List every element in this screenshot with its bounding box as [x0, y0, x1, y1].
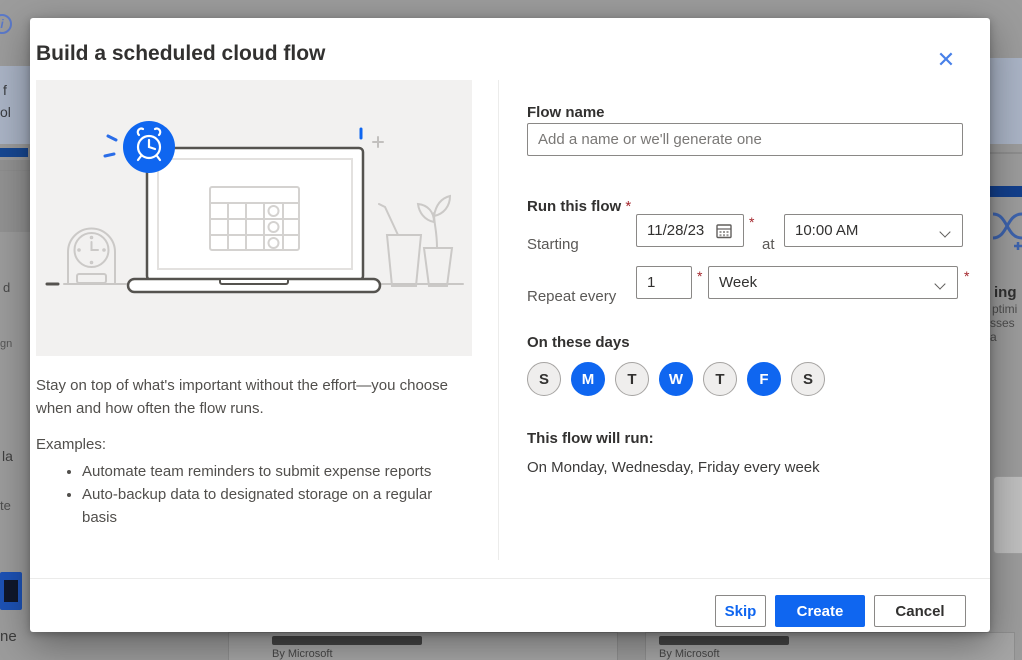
at-label: at [762, 236, 775, 253]
cup-illustration [379, 204, 421, 286]
chevron-down-icon [934, 278, 945, 289]
day-chips: S M T W T F S [527, 362, 825, 396]
examples-label: Examples: [36, 436, 106, 453]
on-these-days-label: On these days [527, 334, 630, 351]
background-fragment: gn [0, 338, 12, 350]
start-time-value: 10:00 AM [795, 222, 858, 239]
footer-divider [30, 578, 990, 579]
calendar-icon [715, 222, 733, 240]
required-asterisk: * [964, 268, 969, 284]
illustration-panel [36, 80, 472, 356]
start-time-dropdown[interactable]: 10:00 AM [784, 214, 963, 247]
screen: i f ol d gn la te ne ing ptimi sses a By… [0, 0, 1022, 660]
laptop-illustration [128, 148, 380, 292]
example-item: Auto-backup data to designated storage o… [82, 483, 466, 529]
interval-value: 1 [647, 274, 655, 291]
day-label: S [803, 371, 813, 388]
start-date-picker[interactable]: 11/28/23 [636, 214, 744, 247]
background-fragment: la [2, 448, 13, 464]
background-fragment: sses a [990, 316, 1022, 344]
background-card-title [659, 636, 789, 645]
day-toggle-thursday[interactable]: T [703, 362, 737, 396]
frequency-value: Week [719, 274, 757, 291]
starting-label: Starting [527, 236, 579, 253]
background-blue-bar-right [990, 186, 1022, 197]
day-toggle-saturday[interactable]: S [791, 362, 825, 396]
clock-illustration [68, 229, 115, 283]
scheduled-flow-illustration [36, 80, 472, 356]
background-fragment: d [3, 280, 10, 295]
interval-input[interactable]: 1 [636, 266, 692, 299]
day-toggle-sunday[interactable]: S [527, 362, 561, 396]
start-date-value: 11/28/23 [647, 222, 704, 239]
background-fragment: ol [0, 104, 11, 120]
required-asterisk: * [625, 198, 631, 215]
day-toggle-friday[interactable]: F [747, 362, 781, 396]
frequency-dropdown[interactable]: Week [708, 266, 958, 299]
day-label: S [539, 371, 549, 388]
alarm-clock-icon [123, 121, 175, 173]
plant-illustration [418, 196, 452, 286]
required-asterisk: * [749, 214, 754, 230]
background-card-title [272, 636, 422, 645]
background-fragment: ing [994, 284, 1017, 301]
run-this-flow-label: Run this flow * [527, 198, 631, 215]
chevron-down-icon [939, 226, 950, 237]
ring-marks-icon [105, 136, 116, 156]
summary-label: This flow will run: [527, 430, 654, 447]
background-band-right [990, 58, 1022, 144]
day-label: W [669, 371, 683, 388]
day-toggle-tuesday[interactable]: T [615, 362, 649, 396]
section-divider [498, 80, 499, 560]
day-toggle-wednesday[interactable]: W [659, 362, 693, 396]
examples-list: Automate team reminders to submit expens… [36, 460, 466, 529]
day-label: T [715, 371, 724, 388]
background-fragment: f [3, 82, 7, 98]
flow-name-label: Flow name [527, 104, 605, 121]
summary-text: On Monday, Wednesday, Friday every week [527, 459, 820, 476]
close-icon[interactable]: ✕ [928, 42, 964, 78]
background-fragment: te [0, 498, 11, 513]
background-card-edge [993, 476, 1022, 554]
build-scheduled-flow-dialog: Build a scheduled cloud flow ✕ [30, 18, 990, 632]
day-label: F [759, 371, 768, 388]
dialog-title: Build a scheduled cloud flow [36, 42, 325, 66]
required-asterisk: * [697, 268, 702, 284]
plus-sparkle-icon [373, 137, 383, 147]
day-label: T [627, 371, 636, 388]
background-blue-bar-left [0, 148, 28, 157]
cancel-button[interactable]: Cancel [874, 595, 966, 627]
background-fragment: ptimi [992, 302, 1017, 316]
background-card-byline: By Microsoft [659, 648, 720, 660]
background-fragment: ne [0, 628, 17, 645]
flow-name-input[interactable] [527, 123, 963, 156]
process-mining-icon [992, 208, 1022, 254]
example-item: Automate team reminders to submit expens… [82, 460, 466, 483]
repeat-every-label: Repeat every [527, 288, 616, 305]
create-button[interactable]: Create [775, 595, 865, 627]
day-label: M [582, 371, 595, 388]
day-toggle-monday[interactable]: M [571, 362, 605, 396]
info-icon: i [0, 14, 12, 34]
dialog-description: Stay on top of what's important without … [36, 374, 480, 420]
skip-button[interactable]: Skip [715, 595, 766, 627]
background-card-byline: By Microsoft [272, 648, 333, 660]
